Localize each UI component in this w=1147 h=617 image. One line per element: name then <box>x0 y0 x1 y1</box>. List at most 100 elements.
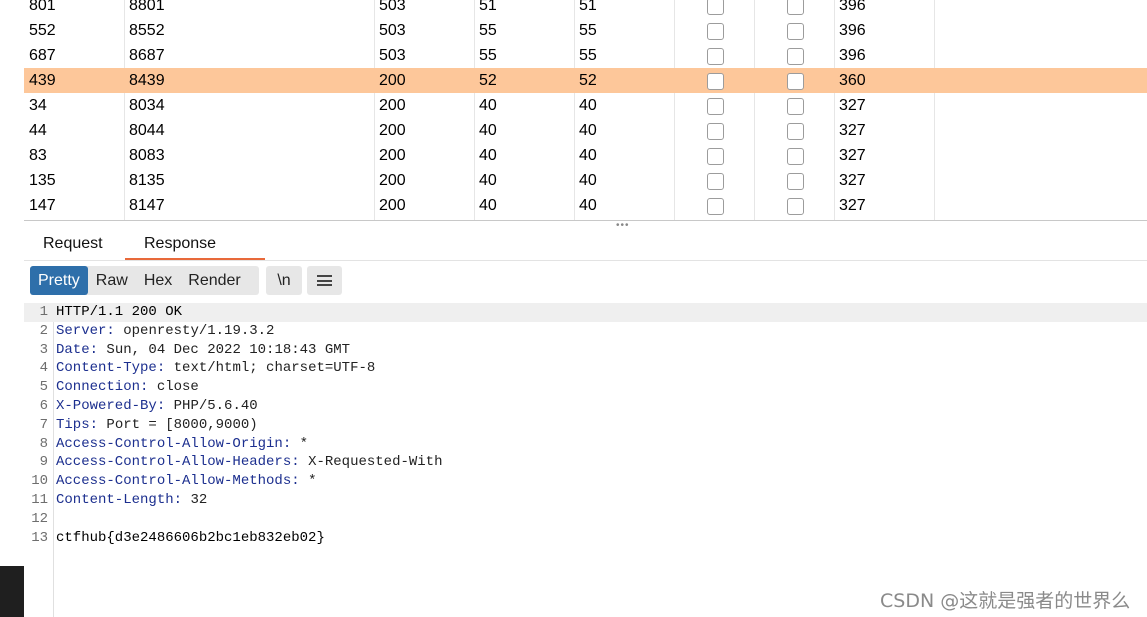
table-row[interactable]: 44 8044 200 40 40 327 <box>24 118 1147 143</box>
line-text: HTTP/1.1 200 OK <box>56 304 183 320</box>
port-cell: 8034 <box>129 97 165 114</box>
port-cell: 8687 <box>129 47 165 64</box>
editor-line: 2 Server: openresty/1.19.3.2 <box>24 322 1147 341</box>
editor-line: 10 Access-Control-Allow-Methods: * <box>24 472 1147 491</box>
port-cell: 8044 <box>129 122 165 139</box>
timeout-cell: 40 <box>479 197 497 214</box>
raw-button[interactable]: Raw <box>88 266 136 295</box>
row-checkbox[interactable] <box>707 98 724 115</box>
newline-toggle-button[interactable]: \n <box>266 266 302 295</box>
error-cell: 55 <box>579 22 597 39</box>
tab-request[interactable]: Request <box>43 232 103 256</box>
header-value: PHP/5.6.40 <box>173 398 258 414</box>
row-checkbox[interactable] <box>707 48 724 65</box>
editor-line: 11 Content-Length: 32 <box>24 491 1147 510</box>
left-edge-strip <box>0 0 24 617</box>
splitter-grip-icon[interactable]: ••• <box>616 221 630 231</box>
row-checkbox[interactable] <box>787 98 804 115</box>
port-cell: 8135 <box>129 172 165 189</box>
port-cell: 8439 <box>129 72 165 89</box>
header-name: X-Powered-By <box>56 398 157 414</box>
render-button[interactable]: Render <box>180 266 248 295</box>
tab-response[interactable]: Response <box>144 232 216 256</box>
header-value: text/html; charset=UTF-8 <box>173 360 376 377</box>
editor-line: 5 Connection: close <box>24 378 1147 397</box>
length-cell: 327 <box>839 197 866 214</box>
length-cell: 396 <box>839 0 866 14</box>
table-row[interactable]: 552 8552 503 55 55 396 <box>24 18 1147 43</box>
row-checkbox[interactable] <box>787 23 804 40</box>
table-row[interactable]: 147 8147 200 40 40 327 <box>24 193 1147 218</box>
timeout-cell: 51 <box>479 0 497 14</box>
pretty-button[interactable]: Pretty <box>30 266 88 295</box>
row-checkbox[interactable] <box>787 198 804 215</box>
row-checkbox[interactable] <box>707 173 724 190</box>
header-name: Access-Control-Allow-Methods <box>56 473 292 490</box>
editor-line: 3 Date: Sun, 04 Dec 2022 10:18:43 GMT <box>24 341 1147 360</box>
table-row[interactable]: 687 8687 503 55 55 396 <box>24 43 1147 68</box>
row-checkbox[interactable] <box>707 73 724 90</box>
hamburger-menu-icon <box>317 275 332 286</box>
payload-cell: 801 <box>29 0 56 14</box>
line-text: Access-Control-Allow-Origin: * <box>56 435 308 454</box>
row-checkbox[interactable] <box>787 173 804 190</box>
line-text: Access-Control-Allow-Headers: X-Requeste… <box>56 453 442 472</box>
payload-cell: 687 <box>29 47 56 64</box>
timeout-cell: 55 <box>479 22 497 39</box>
line-number: 1 <box>39 304 48 320</box>
header-separator: : <box>173 492 191 508</box>
row-checkbox[interactable] <box>707 0 724 15</box>
header-value: * <box>308 473 317 490</box>
row-checkbox[interactable] <box>787 0 804 15</box>
editor-line: 8 Access-Control-Allow-Origin: * <box>24 435 1147 454</box>
editor-line: 6 X-Powered-By: PHP/5.6.40 <box>24 397 1147 416</box>
table-row[interactable]: 34 8034 200 40 40 327 <box>24 93 1147 118</box>
payload-cell: 147 <box>29 197 56 214</box>
error-cell: 40 <box>579 197 597 214</box>
header-name: Access-Control-Allow-Headers <box>56 454 292 471</box>
row-checkbox[interactable] <box>787 148 804 165</box>
row-checkbox[interactable] <box>707 23 724 40</box>
payload-cell: 34 <box>29 97 47 114</box>
table-row[interactable]: 83 8083 200 40 40 327 <box>24 143 1147 168</box>
response-editor[interactable]: 1 HTTP/1.1 200 OK 2 Server: openresty/1.19.… <box>24 303 1147 617</box>
row-checkbox[interactable] <box>787 123 804 140</box>
payload-cell: 135 <box>29 172 56 189</box>
line-number: 10 <box>31 473 48 490</box>
row-checkbox[interactable] <box>707 198 724 215</box>
table-row[interactable]: 439 8439 200 52 52 360 <box>24 68 1147 93</box>
results-table: 801 8801 503 51 51 396 552 8552 503 55 55 396 687 868… <box>24 0 1147 221</box>
header-separator: : <box>282 435 300 452</box>
hex-button[interactable]: Hex <box>136 266 180 295</box>
header-value: Port = [8000,9000) <box>106 416 258 433</box>
header-separator: : <box>140 379 157 396</box>
line-text: ctfhub{d3e2486606b2bc1eb832eb02} <box>56 529 325 546</box>
watermark: CSDN @这就是强者的世界么 <box>880 590 1131 612</box>
row-checkbox[interactable] <box>707 148 724 165</box>
row-checkbox[interactable] <box>707 123 724 140</box>
port-cell: 8552 <box>129 22 165 39</box>
status-cell: 503 <box>379 0 406 14</box>
line-text: Connection: close <box>56 378 199 397</box>
line-text: Content-Type: text/html; charset=UTF-8 <box>56 359 375 378</box>
view-mode-group: Pretty Raw Hex Render <box>30 266 259 295</box>
row-checkbox[interactable] <box>787 48 804 65</box>
length-cell: 327 <box>839 122 866 139</box>
line-number: 5 <box>39 379 48 396</box>
error-cell: 55 <box>579 47 597 64</box>
timeout-cell: 40 <box>479 97 497 114</box>
header-separator: : <box>291 473 309 490</box>
header-name: Tips <box>56 416 90 433</box>
editor-line: 7 Tips: Port = [8000,9000) <box>24 416 1147 435</box>
table-row[interactable]: 135 8135 200 40 40 327 <box>24 168 1147 193</box>
header-name: Connection <box>56 379 141 396</box>
header-separator: : <box>291 454 309 471</box>
table-row[interactable]: 801 8801 503 51 51 396 <box>24 0 1147 18</box>
length-cell: 327 <box>839 172 866 189</box>
timeout-cell: 55 <box>479 47 497 64</box>
pane-splitter[interactable]: ••• <box>24 220 1147 231</box>
row-checkbox[interactable] <box>787 73 804 90</box>
port-cell: 8147 <box>129 197 165 214</box>
length-cell: 327 <box>839 147 866 164</box>
menu-button[interactable] <box>307 266 342 295</box>
